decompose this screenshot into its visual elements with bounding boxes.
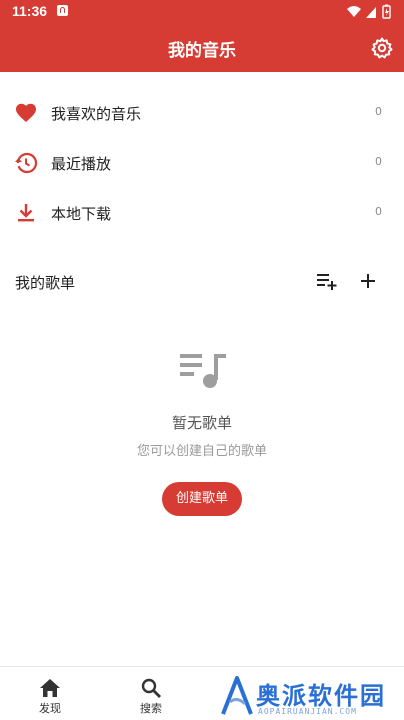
menu-count: 0 [375,105,382,118]
status-bar: 11:36 [0,0,404,24]
empty-subtitle: 您可以创建自己的歌单 [136,444,267,459]
settings-gear-icon[interactable] [370,36,394,60]
nav-discover[interactable]: 发现 [10,667,90,720]
nav-label: 搜索 [140,702,162,715]
watermark-text: 奥派软件园 [256,682,386,710]
menu-label: 我喜欢的音乐 [51,105,142,123]
watermark-subtext: AOPAIRUANJIAN.COM [258,707,357,716]
history-icon [15,152,38,174]
home-icon [40,679,60,697]
nav-label: 发现 [39,702,61,715]
add-playlist-icon[interactable] [355,268,381,294]
playlists-title: 我的歌单 [15,274,76,292]
search-icon [141,678,161,698]
watermark-a-icon [221,676,253,715]
menu-count: 0 [375,155,382,168]
empty-playlist-icon [180,354,226,388]
recent-play-row[interactable]: 最近播放 0 [0,138,404,188]
heart-icon [16,103,36,122]
watermark-logo: 奥派软件园 AOPAIRUANJIAN.COM [218,674,404,720]
status-time: 11:36 [12,3,48,19]
favorite-music-row[interactable]: 我喜欢的音乐 0 [0,88,404,138]
create-playlist-button[interactable]: 创建歌单 [162,482,242,516]
notification-icon [57,5,68,16]
signal-icon [366,7,376,18]
menu-label: 最近播放 [51,155,112,173]
page-title: 我的音乐 [168,41,236,61]
status-icons [347,4,391,19]
local-download-row[interactable]: 本地下载 0 [0,188,404,238]
music-screen: 11:36 我的音乐 我喜欢的音乐 0 最近播放 0 本地下载 0 我的歌单 暂… [0,0,404,720]
empty-title: 暂无歌单 [171,414,232,432]
app-bar: 我的音乐 [0,24,404,72]
add-to-playlist-icon[interactable] [313,268,339,294]
menu-label: 本地下载 [51,205,112,223]
nav-search[interactable]: 搜索 [111,667,191,720]
download-icon [18,204,34,222]
wifi-icon [347,6,361,17]
menu-count: 0 [375,205,382,218]
